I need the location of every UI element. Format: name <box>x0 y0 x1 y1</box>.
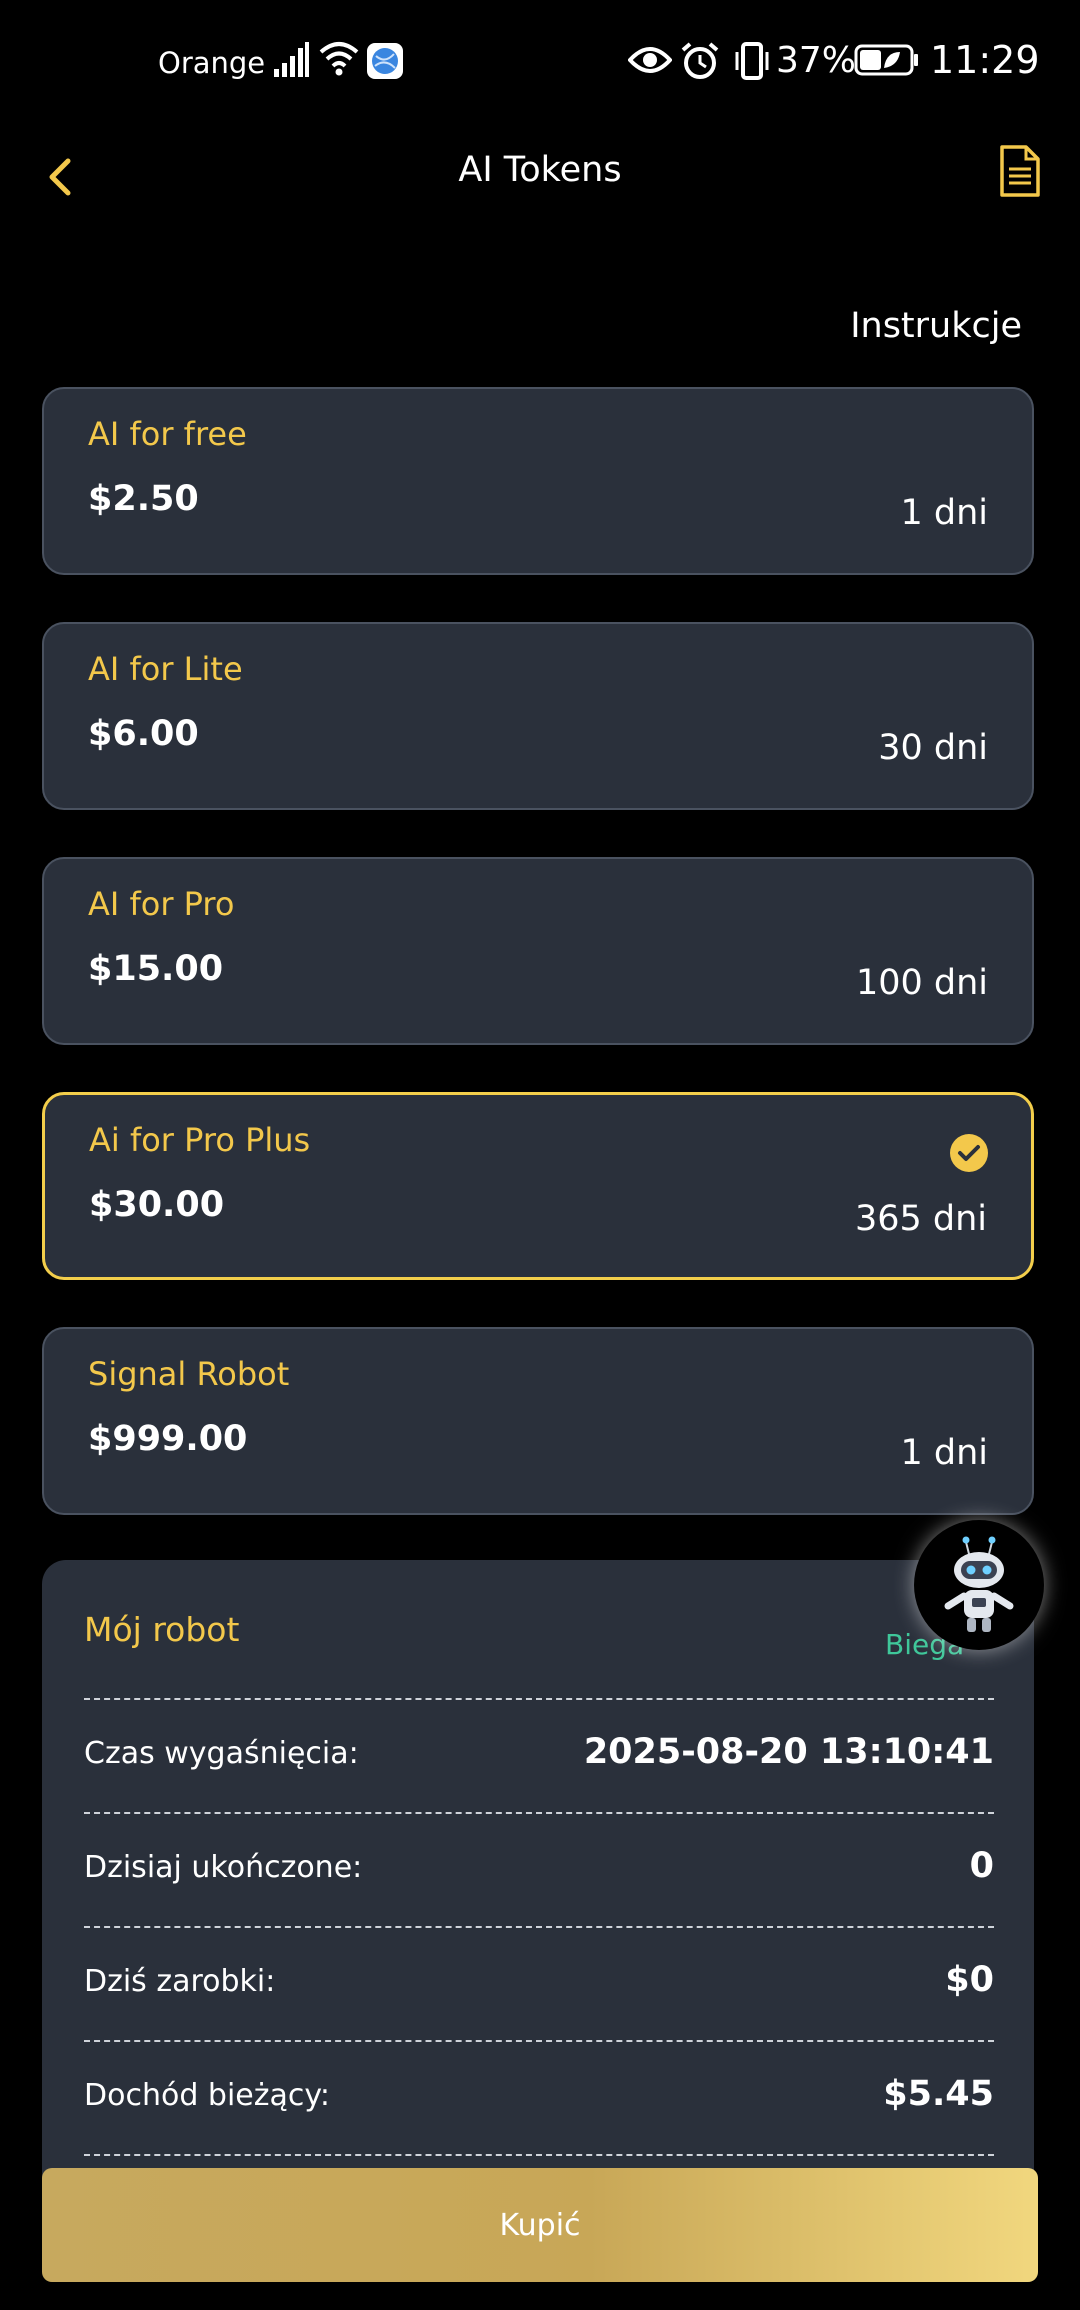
plan-price: $2.50 <box>88 479 199 519</box>
vibrate-icon <box>735 42 769 80</box>
earnings-today-label: Dziś zarobki: <box>84 1964 276 1999</box>
divider <box>84 1926 994 1928</box>
buy-button[interactable]: Kupić <box>42 2168 1038 2282</box>
alarm-icon <box>681 42 719 79</box>
browser-icon <box>367 43 403 79</box>
signal-icon <box>274 42 309 77</box>
page-title: AI Tokens <box>458 150 622 190</box>
divider <box>84 2040 994 2042</box>
battery-icon <box>854 44 918 76</box>
plan-duration: 100 dni <box>855 963 988 1003</box>
app-header: AI Tokens <box>0 125 1080 225</box>
plan-card-pro[interactable]: AI for Pro $15.00 100 dni <box>42 857 1034 1045</box>
completed-today-label: Dzisiaj ukończone: <box>84 1850 363 1885</box>
my-robot-panel: Mój robot Biega Czas wygaśnięcia: 2025-0… <box>42 1560 1034 2180</box>
divider <box>84 1698 994 1700</box>
plan-duration: 365 dni <box>854 1199 987 1239</box>
robot-title: Mój robot <box>84 1610 240 1649</box>
plan-duration: 30 dni <box>878 728 988 768</box>
battery-percent: 37% <box>776 40 857 81</box>
current-income-value: $5.45 <box>883 2074 994 2114</box>
clock: 11:29 <box>930 38 1040 82</box>
plan-price: $6.00 <box>88 714 199 754</box>
plan-name: AI for free <box>88 415 247 453</box>
plan-price: $999.00 <box>88 1419 248 1459</box>
screen: Orange 37% 11:29 AI Tokens Instrukcje AI… <box>0 0 1080 2310</box>
divider <box>84 1812 994 1814</box>
divider <box>84 2154 994 2156</box>
plan-card-free[interactable]: AI for free $2.50 1 dni <box>42 387 1034 575</box>
plan-card-lite[interactable]: AI for Lite $6.00 30 dni <box>42 622 1034 810</box>
instructions-link[interactable]: Instrukcje <box>850 306 1022 346</box>
document-icon <box>1000 145 1040 197</box>
plan-name: Signal Robot <box>88 1355 290 1393</box>
current-income-label: Dochód bieżący: <box>84 2078 331 2113</box>
robot-icon <box>915 1521 1043 1649</box>
eye-icon <box>628 47 672 73</box>
expiry-value: 2025-08-20 13:10:41 <box>583 1732 994 1772</box>
plan-price: $15.00 <box>88 949 224 989</box>
plan-card-pro-plus[interactable]: Ai for Pro Plus $30.00 365 dni <box>42 1092 1034 1280</box>
plan-duration: 1 dni <box>900 1433 988 1473</box>
robot-assistant-button[interactable] <box>914 1520 1044 1650</box>
completed-today-value: 0 <box>969 1846 994 1886</box>
plan-card-signal-robot[interactable]: Signal Robot $999.00 1 dni <box>42 1327 1034 1515</box>
plan-duration: 1 dni <box>900 493 988 533</box>
earnings-today-value: $0 <box>945 1960 994 2000</box>
plan-name: Ai for Pro Plus <box>89 1121 311 1159</box>
plan-name: AI for Lite <box>88 650 243 688</box>
system-nav-bar <box>0 2282 1080 2310</box>
plan-price: $30.00 <box>89 1185 225 1225</box>
check-circle-icon <box>950 1134 988 1172</box>
document-button[interactable] <box>998 143 1042 199</box>
expiry-label: Czas wygaśnięcia: <box>84 1736 359 1771</box>
plan-name: AI for Pro <box>88 885 235 923</box>
wifi-icon <box>319 42 359 76</box>
status-bar: Orange 37% 11:29 <box>0 0 1080 125</box>
carrier-label: Orange <box>158 46 266 80</box>
